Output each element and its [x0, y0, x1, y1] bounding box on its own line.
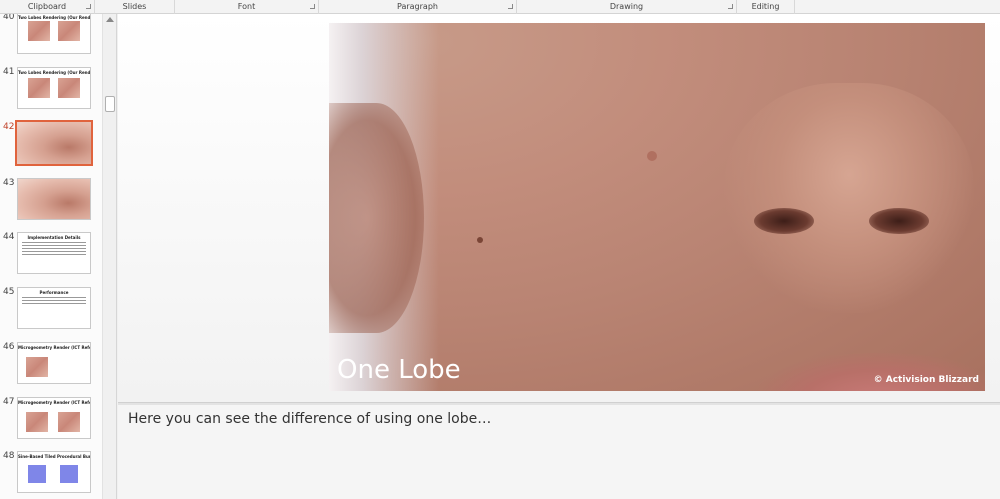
ribbon-group-label: Drawing	[609, 2, 644, 11]
skin-image	[58, 412, 80, 432]
ribbon-group-font[interactable]: Font	[175, 0, 319, 14]
thumb-title: Microgeometry Render (ICT Reference)	[18, 345, 90, 350]
slide-number: 40	[3, 14, 15, 22]
bullet-lines	[18, 297, 90, 304]
slide-preview[interactable]: Two Lobes Rendering (Our Render)	[17, 14, 91, 54]
ribbon-group-clipboard[interactable]: Clipboard	[0, 0, 95, 14]
slide-number: 46	[3, 342, 15, 352]
ribbon-group-drawing[interactable]: Drawing	[517, 0, 737, 14]
slide-image-nose	[724, 83, 974, 313]
slide-thumbnail-panel[interactable]: 40 Two Lobes Rendering (Our Render) 41 T…	[0, 14, 117, 499]
slide-image-cheek-shadow	[329, 103, 424, 333]
dialog-launcher-icon[interactable]	[310, 4, 315, 9]
ribbon-group-slides[interactable]: Slides	[95, 0, 175, 14]
slide-preview[interactable]: Microgeometry Render (ICT Reference)	[17, 397, 91, 439]
ribbon-group-label: Font	[237, 2, 256, 11]
slide-image-mole	[477, 237, 483, 243]
slide-image-lip	[759, 353, 985, 391]
slide-number: 41	[3, 67, 15, 77]
skin-image	[28, 78, 50, 98]
scrollbar-thumb[interactable]	[105, 96, 115, 112]
dialog-launcher-icon[interactable]	[508, 4, 513, 9]
speaker-notes-text[interactable]: Here you can see the difference of using…	[128, 411, 491, 427]
slide-preview[interactable]: Performance	[17, 287, 91, 329]
slide-preview[interactable]	[17, 178, 91, 220]
slide-preview[interactable]: Microgeometry Render (ICT Reference)	[17, 342, 91, 384]
slide-copyright[interactable]: © Activision Blizzard	[874, 375, 979, 385]
ribbon-group-editing[interactable]: Editing	[737, 0, 795, 14]
thumbnail-scrollbar[interactable]	[102, 14, 116, 499]
slide-title[interactable]: One Lobe	[337, 355, 461, 385]
speaker-notes-pane[interactable]: Here you can see the difference of using…	[118, 405, 1000, 499]
slide-number: 42	[3, 122, 15, 132]
ribbon-group-bar: Clipboard Slides Font Paragraph Drawing …	[0, 0, 1000, 14]
slide-image-nostril	[754, 208, 814, 234]
scroll-up-arrow-icon[interactable]	[106, 17, 114, 22]
ribbon-group-label: Paragraph	[397, 2, 438, 11]
face-image	[18, 179, 90, 219]
thumb-title: Performance	[39, 290, 69, 295]
thumb-title: Implementation Details	[27, 235, 81, 240]
slide-number: 45	[3, 287, 15, 297]
ribbon-group-label: Editing	[751, 2, 780, 11]
skin-image	[58, 78, 80, 98]
skin-image	[26, 412, 48, 432]
slide-number: 47	[3, 397, 15, 407]
slide-preview[interactable]: Sine-Based Tiled Procedural Bump	[17, 451, 91, 493]
skin-image	[26, 357, 48, 377]
slide-image-nostril	[869, 208, 929, 234]
skin-image	[28, 21, 50, 41]
dialog-launcher-icon[interactable]	[728, 4, 733, 9]
slide-image-blemish	[647, 151, 657, 161]
slide-preview[interactable]: Implementation Details	[17, 232, 91, 274]
slide-number: 43	[3, 178, 15, 188]
skin-image	[58, 21, 80, 41]
thumb-title: Two Lobes Rendering (Our Render)	[18, 15, 90, 20]
slide-preview[interactable]: Two Lobes Rendering (Our Render)	[17, 67, 91, 109]
bullet-lines	[18, 242, 90, 255]
thumb-title: Sine-Based Tiled Procedural Bump	[18, 454, 90, 459]
slide-number: 44	[3, 232, 15, 242]
slide-number: 48	[3, 451, 15, 461]
thumb-title: Two Lobes Rendering (Our Render)	[18, 70, 90, 75]
ribbon-group-paragraph[interactable]: Paragraph	[319, 0, 517, 14]
ribbon-group-label: Clipboard	[27, 2, 67, 11]
blue-texture-image	[28, 465, 46, 483]
blue-texture-image	[60, 465, 78, 483]
dialog-launcher-icon[interactable]	[86, 4, 91, 9]
thumb-title: Microgeometry Render (ICT Reference)	[18, 400, 90, 405]
current-slide[interactable]: One Lobe © Activision Blizzard	[329, 23, 985, 391]
slide-preview-selected[interactable]	[15, 120, 93, 166]
face-image	[17, 122, 91, 164]
ribbon-group-label: Slides	[122, 2, 147, 11]
